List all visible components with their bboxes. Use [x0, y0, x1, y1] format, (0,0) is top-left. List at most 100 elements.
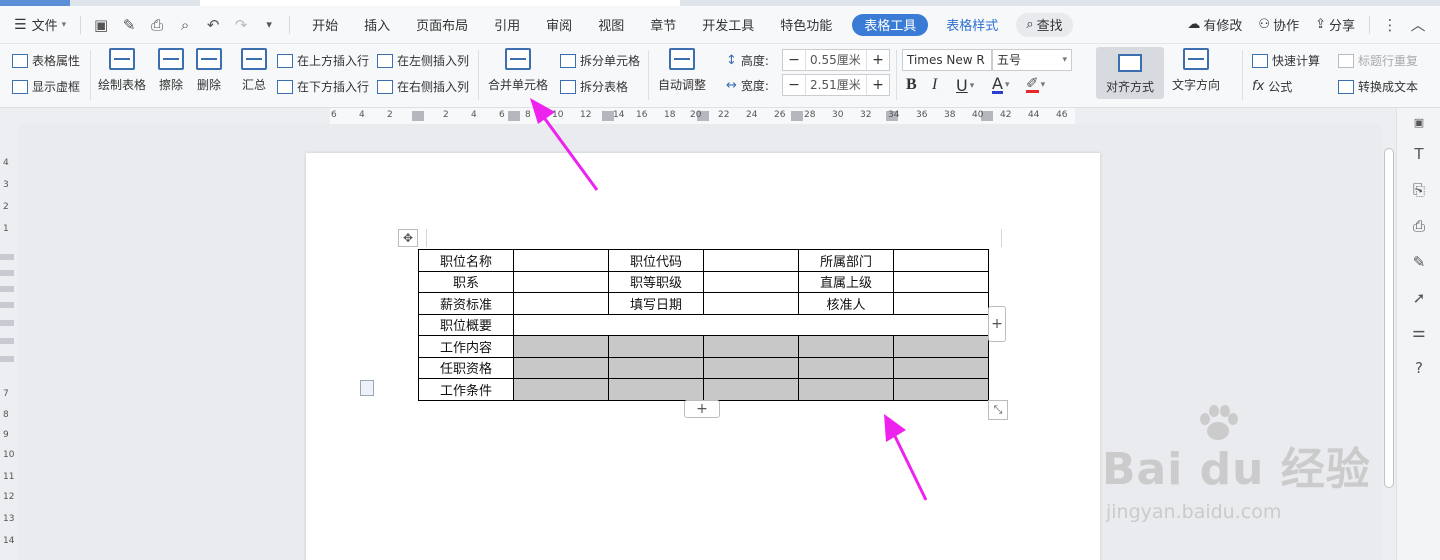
insert-above-button[interactable]: 在上方插入行: [277, 52, 369, 69]
height-decrement-button[interactable]: −: [783, 50, 805, 70]
merge-cells-button[interactable]: 合并单元格: [488, 48, 548, 93]
height-stepper[interactable]: − 0.55厘米 +: [782, 49, 890, 71]
tab-chapter[interactable]: 章节: [642, 11, 684, 39]
ruler-column-marker[interactable]: [508, 111, 520, 121]
sidebar-menu-icon[interactable]: [1407, 110, 1427, 130]
table-cell[interactable]: 工作内容: [418, 335, 514, 358]
table-cell[interactable]: [798, 356, 894, 379]
undo-icon[interactable]: ↶: [199, 11, 227, 39]
table-cell[interactable]: [513, 356, 609, 379]
table-cell[interactable]: [893, 270, 989, 293]
tab-table-tools[interactable]: 表格工具: [852, 13, 929, 36]
tab-view[interactable]: 视图: [590, 11, 632, 39]
quick-calc-button[interactable]: 快速计算: [1252, 52, 1320, 69]
erase-button[interactable]: 擦除: [158, 48, 184, 93]
tab-developer[interactable]: 开发工具: [694, 11, 762, 39]
height-increment-button[interactable]: +: [867, 50, 889, 70]
insert-left-button[interactable]: 在左侧插入列: [377, 52, 469, 69]
more-menu-icon[interactable]: ⋮: [1376, 11, 1404, 39]
format-painter-icon[interactable]: ✎: [115, 11, 143, 39]
select-cursor-icon[interactable]: ➚: [1409, 288, 1429, 308]
table-cell[interactable]: [703, 335, 799, 358]
tab-home[interactable]: 开始: [304, 11, 346, 39]
horizontal-ruler[interactable]: 6 4 2 2 4 6 8 10 12 14 16 18 20 22 24 26…: [0, 108, 1440, 124]
document-icon[interactable]: [360, 380, 374, 396]
search-button[interactable]: ⌕ 查找: [1016, 12, 1073, 37]
table-cell[interactable]: 工作条件: [418, 378, 514, 401]
table-cell[interactable]: [893, 378, 989, 401]
height-value[interactable]: 0.55厘米: [805, 50, 867, 70]
table-cell[interactable]: 核准人: [798, 292, 894, 315]
ruler-column-marker[interactable]: [412, 111, 424, 121]
font-name-select[interactable]: Times New R: [902, 49, 992, 71]
table-cell[interactable]: 职位概要: [418, 313, 514, 336]
tab-special[interactable]: 特色功能: [772, 11, 840, 39]
table-cell[interactable]: 职系: [418, 270, 514, 293]
table-move-icon[interactable]: ✥: [398, 229, 418, 247]
table-resize-icon[interactable]: ⤡: [988, 400, 1008, 420]
table-cell[interactable]: 职位代码: [608, 249, 704, 272]
table-cell[interactable]: 任职资格: [418, 356, 514, 379]
modified-button[interactable]: ☁ 有修改: [1179, 11, 1250, 39]
font-color-button[interactable]: A ▾: [992, 76, 1009, 94]
document-check-icon[interactable]: ⎙: [1409, 216, 1429, 236]
add-row-button[interactable]: +: [684, 400, 720, 418]
bold-button[interactable]: B: [906, 76, 917, 94]
merged-table-cell[interactable]: [513, 313, 989, 336]
table-cell[interactable]: [608, 335, 704, 358]
redo-icon[interactable]: ↷: [227, 11, 255, 39]
scrollbar-thumb[interactable]: [1384, 148, 1394, 488]
show-grid-button[interactable]: 显示虚框: [12, 78, 80, 95]
save-icon[interactable]: ▣: [87, 11, 115, 39]
width-decrement-button[interactable]: −: [783, 75, 805, 95]
share-button[interactable]: ⇪ 分享: [1307, 11, 1363, 39]
split-table-button[interactable]: 拆分表格: [560, 78, 628, 95]
adjust-icon[interactable]: ⚌: [1409, 322, 1429, 342]
table-cell[interactable]: [513, 292, 609, 315]
table-cell[interactable]: [513, 249, 609, 272]
print-preview-icon[interactable]: ⌕: [171, 11, 199, 39]
alignment-button[interactable]: 对齐方式: [1096, 47, 1164, 99]
highlight-button[interactable]: ✐ ▾: [1026, 76, 1045, 93]
tab-page-layout[interactable]: 页面布局: [408, 11, 476, 39]
document-properties-icon[interactable]: ⎘: [1409, 180, 1429, 200]
tab-table-style[interactable]: 表格样式: [938, 11, 1006, 39]
underline-button[interactable]: U ▾: [956, 76, 974, 95]
ruler-column-marker[interactable]: [791, 111, 803, 121]
table-cell[interactable]: 所属部门: [798, 249, 894, 272]
table-cell[interactable]: [703, 356, 799, 379]
text-style-icon[interactable]: T: [1409, 144, 1429, 164]
tab-review[interactable]: 审阅: [538, 11, 580, 39]
help-icon[interactable]: ?: [1409, 358, 1429, 378]
vertical-ruler[interactable]: 4 3 2 1 7 8 9 10 11 12 13 14: [0, 124, 18, 560]
table-cell[interactable]: [513, 378, 609, 401]
convert-to-text-button[interactable]: 转换成文本: [1338, 78, 1418, 95]
collapse-ribbon-icon[interactable]: ︿: [1404, 11, 1432, 39]
tab-insert[interactable]: 插入: [356, 11, 398, 39]
job-description-table[interactable]: 职位名称 职位代码 所属部门 职系 职等职级 直属上级 薪资标准 填写日期 核准人 职位概要 工作内…: [418, 249, 989, 401]
file-menu[interactable]: ☰ 文件 ▾: [6, 11, 74, 39]
table-cell[interactable]: [513, 335, 609, 358]
table-cell[interactable]: 薪资标准: [418, 292, 514, 315]
table-cell[interactable]: [798, 378, 894, 401]
table-cell[interactable]: [703, 249, 799, 272]
collab-button[interactable]: ⚇ 协作: [1250, 11, 1307, 39]
table-cell[interactable]: 职位名称: [418, 249, 514, 272]
italic-button[interactable]: I: [932, 76, 937, 94]
table-cell[interactable]: [893, 292, 989, 315]
table-cell[interactable]: [608, 378, 704, 401]
table-cell[interactable]: [703, 292, 799, 315]
width-stepper[interactable]: − 2.51厘米 +: [782, 74, 890, 96]
table-cell[interactable]: [703, 378, 799, 401]
table-cell[interactable]: 职等职级: [608, 270, 704, 293]
table-cell[interactable]: 填写日期: [608, 292, 704, 315]
width-value[interactable]: 2.51厘米: [805, 75, 867, 95]
pen-icon[interactable]: ✎: [1409, 252, 1429, 272]
delete-button[interactable]: 删除: [196, 48, 222, 93]
add-column-button[interactable]: +: [988, 306, 1006, 342]
font-size-select[interactable]: 五号 ▾: [992, 49, 1072, 71]
split-cells-button[interactable]: 拆分单元格: [560, 52, 640, 69]
table-cell[interactable]: [893, 249, 989, 272]
insert-below-button[interactable]: 在下方插入行: [277, 78, 369, 95]
width-increment-button[interactable]: +: [867, 75, 889, 95]
